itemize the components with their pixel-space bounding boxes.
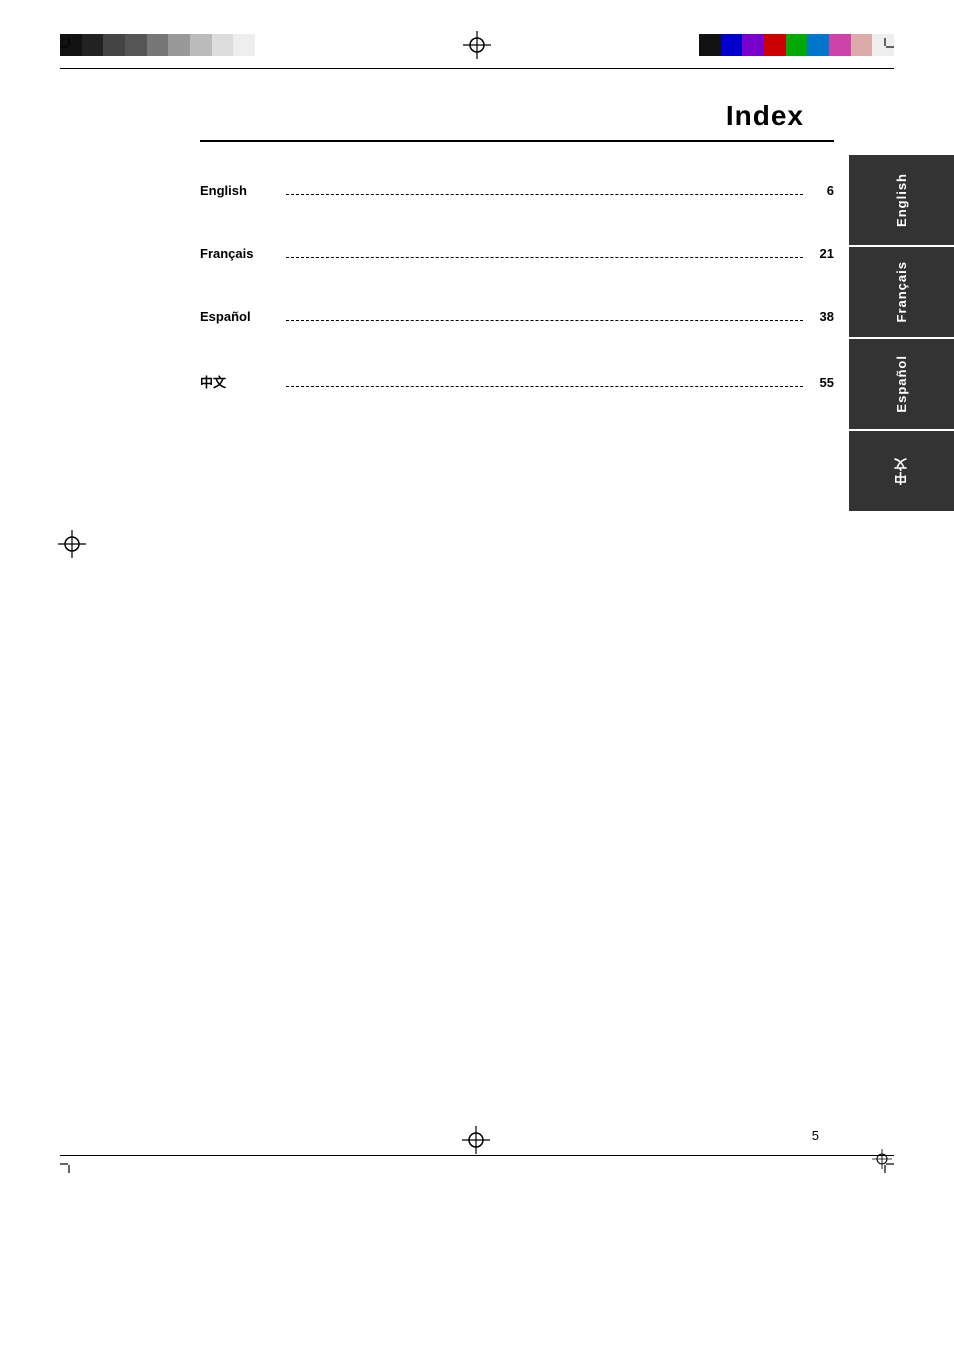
swatch <box>147 34 169 56</box>
toc-page-chinese: 55 <box>809 375 834 390</box>
toc-entry-francais: Français 21 <box>200 218 834 281</box>
toc-dots-english <box>286 194 803 195</box>
toc-entry-espanol: Español 38 <box>200 281 834 344</box>
language-tabs: English Français Español 中文 <box>849 155 954 513</box>
swatch <box>103 34 125 56</box>
swatch <box>190 34 212 56</box>
color-bar-left <box>60 34 255 56</box>
toc-dots-espanol <box>286 320 803 321</box>
title-underline <box>200 140 834 142</box>
reg-mark-top-right <box>876 38 894 56</box>
crosshair-bottom-center-icon <box>462 1126 492 1156</box>
swatch <box>233 34 255 56</box>
tab-espanol[interactable]: Español <box>849 339 954 429</box>
swatch <box>764 34 786 56</box>
toc-label-francais: Français <box>200 246 280 261</box>
reg-mark-bottom-left <box>60 1155 78 1173</box>
swatch <box>786 34 808 56</box>
tab-francais[interactable]: Français <box>849 247 954 337</box>
swatch <box>212 34 234 56</box>
swatch <box>699 34 721 56</box>
toc-page-francais: 21 <box>809 246 834 261</box>
swatch <box>829 34 851 56</box>
top-header <box>0 30 954 60</box>
swatch <box>125 34 147 56</box>
reg-mark-bottom-right <box>876 1155 894 1173</box>
tab-chinese[interactable]: 中文 <box>849 431 954 511</box>
tab-english-label: English <box>894 173 909 227</box>
toc-page-espanol: 38 <box>809 309 834 324</box>
tab-english[interactable]: English <box>849 155 954 245</box>
toc-page-english: 6 <box>809 183 834 198</box>
toc-label-chinese: 中文 <box>200 372 280 391</box>
page-title: Index <box>726 100 804 132</box>
tab-francais-label: Français <box>894 261 909 322</box>
tab-espanol-label: Español <box>894 355 909 413</box>
toc-dots-chinese <box>286 386 803 387</box>
toc-entry-chinese: 中文 55 <box>200 344 834 411</box>
toc-label-espanol: Español <box>200 309 280 324</box>
swatch <box>807 34 829 56</box>
swatch <box>168 34 190 56</box>
toc-dots-francais <box>286 257 803 258</box>
crosshair-top-center-icon <box>462 30 492 60</box>
swatch <box>742 34 764 56</box>
tab-chinese-label: 中文 <box>892 457 911 485</box>
crosshair-left-icon <box>58 530 88 560</box>
top-divider <box>60 68 894 69</box>
toc-entry-english: English 6 <box>200 155 834 218</box>
swatch <box>721 34 743 56</box>
reg-mark-top-left <box>60 38 78 56</box>
toc-label-english: English <box>200 183 280 198</box>
color-bar-right <box>699 34 894 56</box>
swatch <box>82 34 104 56</box>
toc-container: English 6 Français 21 Español 38 中文 55 <box>200 155 834 411</box>
page-number: 5 <box>812 1128 819 1143</box>
swatch <box>851 34 873 56</box>
